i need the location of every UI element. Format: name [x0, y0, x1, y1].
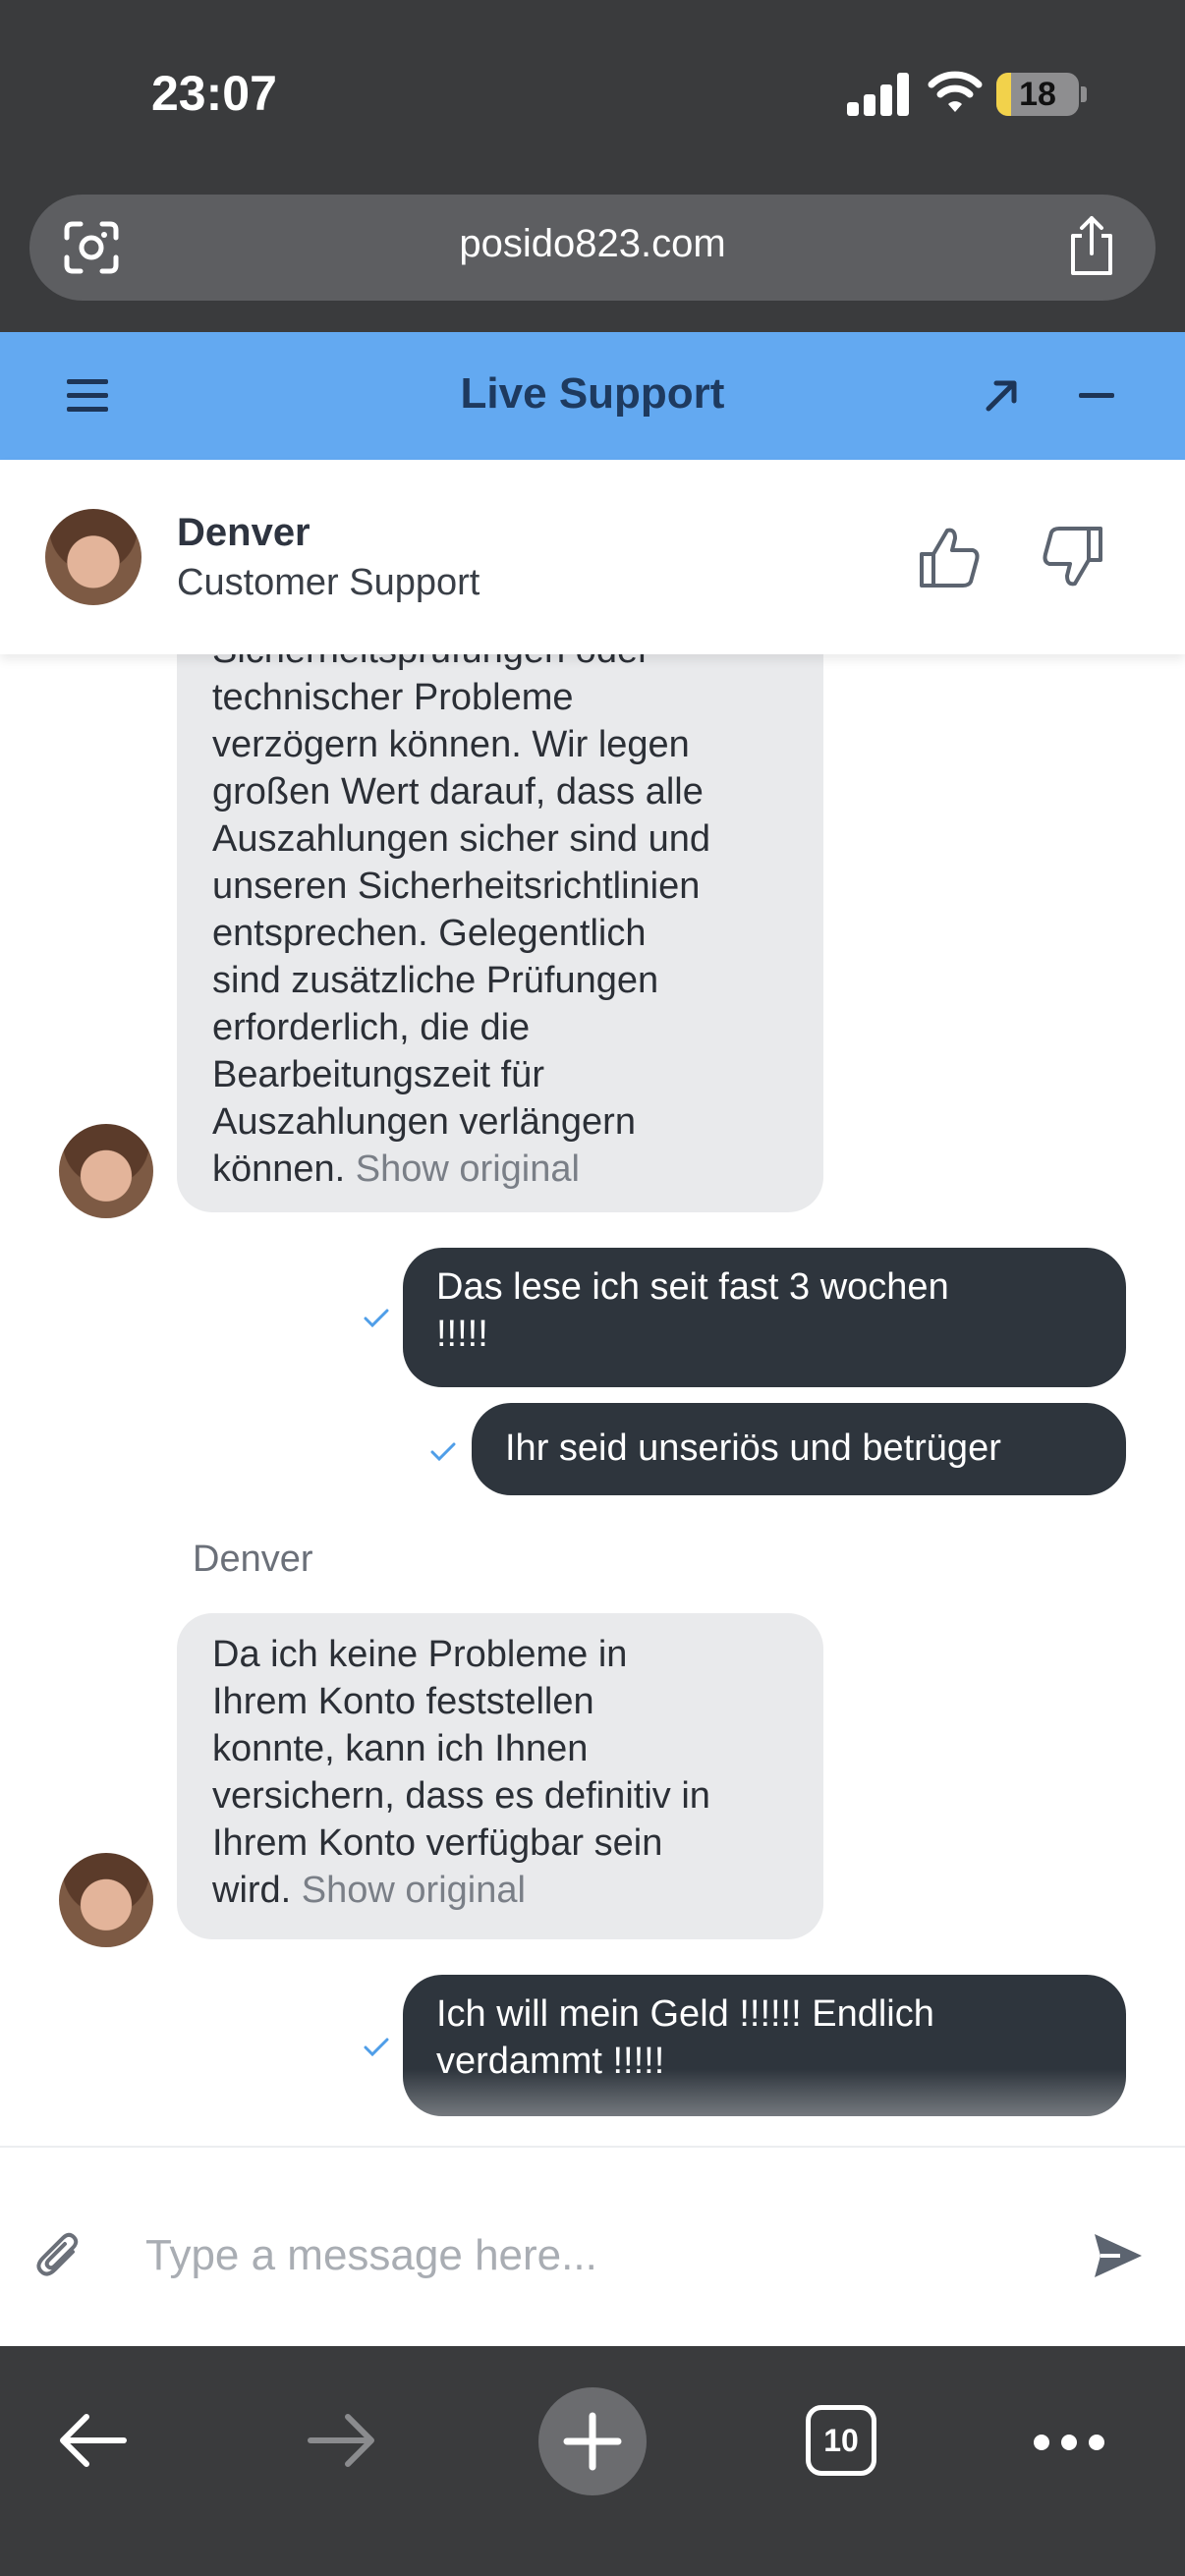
message-list[interactable]: Sicherheitsprüfungen oder technischer Pr… — [0, 654, 1185, 2146]
user-message: Ihr seid unseriös und betrüger — [472, 1403, 1126, 1495]
minus-icon[interactable] — [1079, 393, 1114, 398]
new-tab-button[interactable] — [538, 2387, 647, 2495]
battery-level: 18 — [1019, 76, 1056, 113]
check-icon — [430, 1442, 456, 1462]
status-time: 23:07 — [151, 66, 277, 121]
message-line: versichern, dass es definitiv in — [212, 1775, 710, 1817]
wifi-icon — [928, 71, 983, 112]
send-icon[interactable] — [1091, 2228, 1146, 2283]
message-line: sind zusätzliche Prüfungen — [212, 960, 659, 1001]
avatar — [45, 509, 141, 605]
plus-icon — [563, 2412, 622, 2471]
thumbs-down-icon[interactable] — [1042, 525, 1104, 589]
agent-message: Sicherheitsprüfungen oder technischer Pr… — [177, 654, 823, 1212]
message-line: Ihrem Konto verfügbar sein — [212, 1822, 663, 1864]
back-arrow-icon[interactable] — [57, 2411, 128, 2470]
address-bar[interactable]: posido823.com — [29, 195, 1156, 301]
message-line: Auszahlungen verlängern — [212, 1101, 636, 1143]
sender-name: Denver — [193, 1539, 313, 1580]
share-icon[interactable] — [1065, 214, 1118, 277]
agent-message: Da ich keine Probleme in Ihrem Konto fes… — [177, 1613, 823, 1939]
browser-toolbar: 10 — [0, 2346, 1185, 2576]
message-line: wird. Show original — [212, 1867, 788, 1914]
message-line: !!!!! — [436, 1314, 488, 1355]
message-line: erforderlich, die die — [212, 1007, 531, 1048]
show-original-link[interactable]: Show original — [356, 1148, 580, 1190]
more-icon[interactable] — [1034, 2435, 1104, 2450]
user-message: Das lese ich seit fast 3 wochen !!!!! — [403, 1248, 1126, 1387]
show-original-link[interactable]: Show original — [302, 1870, 526, 1911]
arrow-up-right-icon[interactable] — [983, 375, 1022, 415]
message-text: können. — [212, 1148, 346, 1190]
message-line: technischer Probleme — [212, 677, 574, 718]
fade-overlay — [0, 2069, 1185, 2146]
battery-icon: 18 — [996, 73, 1079, 116]
message-line: Sicherheitsprüfungen oder — [212, 654, 788, 674]
message-line: können. Show original — [212, 1146, 788, 1193]
tabs-button[interactable]: 10 — [806, 2405, 876, 2476]
status-bar: 23:07 18 — [0, 0, 1185, 187]
message-composer — [0, 2146, 1185, 2346]
message-line: Bearbeitungszeit für — [212, 1054, 544, 1095]
avatar — [59, 1124, 153, 1218]
battery-tip — [1081, 86, 1087, 102]
message-line: unseren Sicherheitsrichtlinien — [212, 866, 701, 907]
message-line: Ihr seid unseriös und betrüger — [505, 1428, 1001, 1469]
message-line: konnte, kann ich Ihnen — [212, 1728, 589, 1769]
message-line: entsprechen. Gelegentlich — [212, 913, 647, 954]
message-line: Ich will mein Geld !!!!!! Endlich — [436, 1993, 934, 2035]
agent-name: Denver — [177, 511, 310, 554]
avatar — [59, 1853, 153, 1947]
message-line: verzögern können. Wir legen — [212, 724, 690, 765]
check-icon — [364, 1309, 389, 1328]
url-text: posido823.com — [459, 222, 726, 265]
agent-info-bar: Denver Customer Support — [0, 460, 1185, 654]
forward-arrow-icon[interactable] — [307, 2411, 377, 2470]
message-text: wird. — [212, 1870, 292, 1911]
message-line: Auszahlungen sicher sind und — [212, 818, 711, 860]
check-icon — [364, 2038, 389, 2057]
cellular-signal-icon — [847, 73, 910, 116]
message-line: großen Wert darauf, dass alle — [212, 771, 704, 812]
paperclip-icon[interactable] — [35, 2230, 81, 2281]
message-input[interactable] — [145, 2216, 1030, 2295]
message-line: Da ich keine Probleme in — [212, 1634, 628, 1675]
thumbs-up-icon[interactable] — [918, 525, 981, 589]
agent-role: Customer Support — [177, 562, 480, 603]
message-line: Ihrem Konto feststellen — [212, 1681, 594, 1722]
message-line: Das lese ich seit fast 3 wochen — [436, 1266, 949, 1308]
chat-header: Live Support — [0, 332, 1185, 460]
